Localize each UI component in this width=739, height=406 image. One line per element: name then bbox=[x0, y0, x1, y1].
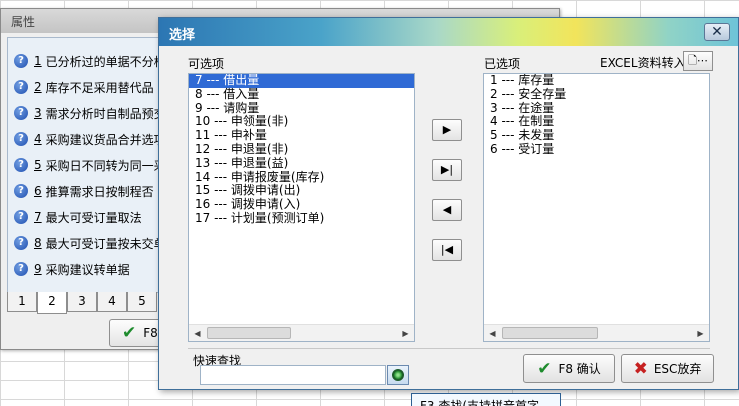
property-row[interactable]: ? 7 最大可受订量取法 bbox=[14, 206, 142, 228]
row-number: 7 bbox=[34, 210, 42, 224]
confirm-button[interactable]: ✔ F8 确认 bbox=[523, 354, 615, 383]
row-label: 已分析过的单据不分析 bbox=[45, 54, 166, 69]
list-item[interactable]: 13 --- 申退量(益) bbox=[189, 156, 414, 171]
property-row[interactable]: ? 9 采购建议转单据 bbox=[14, 258, 130, 280]
row-label: 需求分析时自制品预交 bbox=[45, 106, 166, 121]
property-row[interactable]: ? 1 已分析过的单据不分析 bbox=[14, 50, 166, 72]
help-question-icon[interactable]: ? bbox=[14, 80, 28, 94]
page-tabs: 1 2 3 4 5 bbox=[7, 292, 157, 314]
add-all-button[interactable]: ▶| bbox=[432, 159, 462, 181]
property-row[interactable]: ? 4 采购建议货品合并选项 bbox=[14, 128, 166, 150]
excel-import-icon: 🗋⋯ bbox=[688, 54, 708, 67]
add-one-button[interactable]: ▶ bbox=[432, 119, 462, 141]
row-number: 2 bbox=[34, 80, 42, 94]
dialog-title: 选择 bbox=[169, 28, 196, 43]
close-button[interactable]: ✕ bbox=[704, 23, 730, 41]
tab-2[interactable]: 2 bbox=[37, 292, 67, 314]
row-label: 库存不足采用替代品 bbox=[45, 80, 154, 95]
selected-listbox[interactable]: 1 --- 库存量 2 --- 安全存量 3 --- 在途量 4 --- 在制量… bbox=[483, 73, 710, 342]
list-item[interactable]: 6 --- 受订量 bbox=[484, 142, 709, 157]
tab-5[interactable]: 5 bbox=[127, 292, 157, 312]
row-number: 4 bbox=[34, 132, 42, 146]
x-icon: ✖ bbox=[633, 358, 648, 379]
list-item[interactable]: 5 --- 未发量 bbox=[484, 128, 709, 143]
search-button[interactable] bbox=[387, 365, 409, 385]
row-label: 最大可受订量取法 bbox=[45, 210, 142, 225]
list-item[interactable]: 14 --- 申请报废量(库存) bbox=[189, 170, 414, 185]
property-row[interactable]: ? 3 需求分析时自制品预交 bbox=[14, 102, 166, 124]
cancel-button[interactable]: ✖ ESC放弃 bbox=[621, 354, 714, 383]
list-item[interactable]: 17 --- 计划量(预测订单) bbox=[189, 211, 414, 226]
help-question-icon[interactable]: ? bbox=[14, 236, 28, 250]
list-item[interactable]: 3 --- 在途量 bbox=[484, 101, 709, 116]
help-question-icon[interactable]: ? bbox=[14, 158, 28, 172]
row-number: 8 bbox=[34, 236, 42, 250]
scroll-right-icon[interactable]: ▶ bbox=[397, 325, 414, 341]
property-row[interactable]: ? 2 库存不足采用替代品 bbox=[14, 76, 154, 98]
help-question-icon[interactable]: ? bbox=[14, 262, 28, 276]
row-label: 最大可受订量按未交单 bbox=[45, 236, 166, 251]
excel-import-button[interactable]: 🗋⋯ bbox=[683, 51, 713, 71]
available-listbox[interactable]: 7 --- 借出量 8 --- 借入量 9 --- 请购量 10 --- 申领量… bbox=[188, 73, 415, 342]
scrollbar-thumb[interactable] bbox=[207, 327, 291, 339]
excel-import-label: EXCEL资料转入 bbox=[600, 56, 686, 70]
search-tooltip: F3 查找(支持拼音首字 bbox=[411, 393, 561, 406]
help-question-icon[interactable]: ? bbox=[14, 184, 28, 198]
list-item[interactable]: 1 --- 库存量 bbox=[484, 74, 709, 88]
row-label: 采购日不同转为同一采 bbox=[45, 158, 166, 173]
property-row[interactable]: ? 8 最大可受订量按未交单 bbox=[14, 232, 166, 254]
row-label: 推算需求日按制程否 bbox=[45, 184, 154, 199]
check-icon: ✔ bbox=[537, 358, 552, 379]
list-item[interactable]: 12 --- 申退量(非) bbox=[189, 142, 414, 157]
check-icon: ✔ bbox=[122, 323, 137, 343]
divider bbox=[188, 348, 710, 349]
tab-1[interactable]: 1 bbox=[7, 292, 37, 312]
dialog-titlebar: 选择 ✕ bbox=[159, 18, 738, 46]
scrollbar-thumb[interactable] bbox=[502, 327, 598, 339]
cancel-label: ESC放弃 bbox=[653, 362, 702, 376]
back-f8-label: F8 bbox=[143, 326, 158, 340]
remove-one-button[interactable]: ◀ bbox=[432, 199, 462, 221]
select-dialog: 选择 ✕ 可选项 已选项 EXCEL资料转入 🗋⋯ 7 --- 借出量 8 --… bbox=[158, 17, 739, 390]
quick-search-input[interactable] bbox=[200, 365, 386, 385]
help-question-icon[interactable]: ? bbox=[14, 132, 28, 146]
list-item[interactable]: 10 --- 申领量(非) bbox=[189, 115, 414, 129]
search-lens-icon bbox=[392, 369, 404, 381]
list-item[interactable]: 8 --- 借入量 bbox=[189, 87, 414, 102]
row-number: 6 bbox=[34, 184, 42, 198]
list-item[interactable]: 16 --- 调拨申请(入) bbox=[189, 197, 414, 212]
list-item[interactable]: 11 --- 申补量 bbox=[189, 128, 414, 143]
row-label: 采购建议转单据 bbox=[45, 262, 130, 277]
row-number: 5 bbox=[34, 158, 42, 172]
tab-4[interactable]: 4 bbox=[97, 292, 127, 312]
selected-label: 已选项 bbox=[484, 57, 521, 71]
list-item[interactable]: 9 --- 请购量 bbox=[189, 101, 414, 116]
list-item[interactable]: 2 --- 安全存量 bbox=[484, 87, 709, 102]
confirm-label: F8 确认 bbox=[558, 362, 601, 376]
available-scrollbar[interactable]: ◀ ▶ bbox=[189, 324, 414, 341]
remove-all-button[interactable]: |◀ bbox=[432, 239, 462, 261]
row-number: 1 bbox=[34, 54, 42, 68]
property-row[interactable]: ? 6 推算需求日按制程否 bbox=[14, 180, 154, 202]
property-row[interactable]: ? 5 采购日不同转为同一采 bbox=[14, 154, 166, 176]
row-label: 采购建议货品合并选项 bbox=[45, 132, 166, 147]
tab-3[interactable]: 3 bbox=[67, 292, 97, 312]
selected-scrollbar[interactable]: ◀ ▶ bbox=[484, 324, 709, 341]
list-item[interactable]: 15 --- 调拨申请(出) bbox=[189, 184, 414, 198]
help-question-icon[interactable]: ? bbox=[14, 54, 28, 68]
row-number: 9 bbox=[34, 262, 42, 276]
help-question-icon[interactable]: ? bbox=[14, 210, 28, 224]
scroll-right-icon[interactable]: ▶ bbox=[692, 325, 709, 341]
available-label: 可选项 bbox=[188, 57, 225, 71]
row-number: 3 bbox=[34, 106, 42, 120]
help-question-icon[interactable]: ? bbox=[14, 106, 28, 120]
scroll-left-icon[interactable]: ◀ bbox=[484, 325, 501, 341]
scroll-left-icon[interactable]: ◀ bbox=[189, 325, 206, 341]
list-item[interactable]: 7 --- 借出量 bbox=[189, 74, 414, 88]
